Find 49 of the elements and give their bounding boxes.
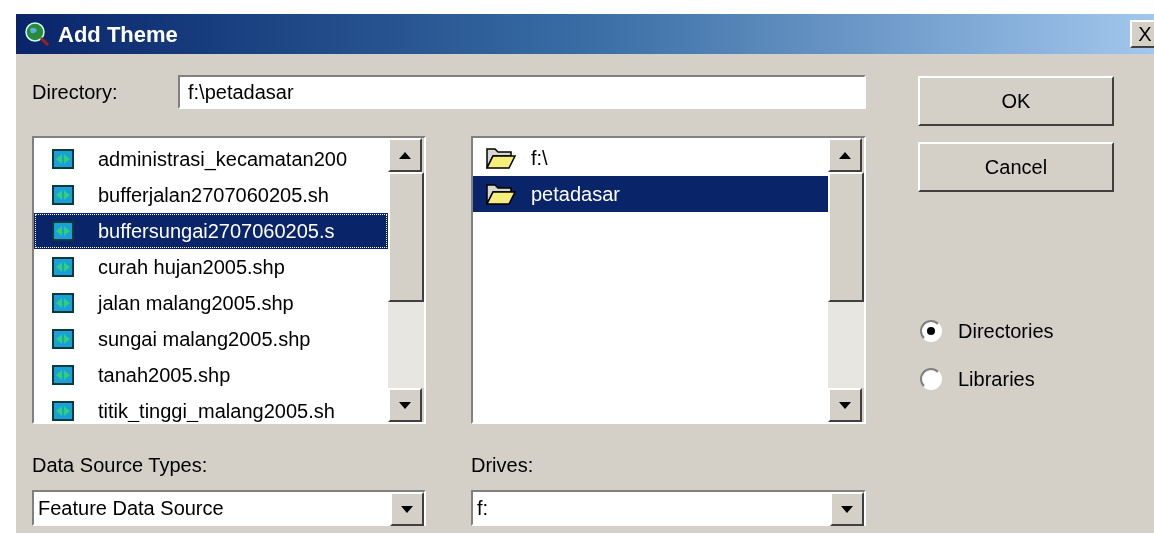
- scrollbar-thumb[interactable]: [828, 172, 864, 302]
- window-title: Add Theme: [58, 20, 179, 49]
- radio-label: Libraries: [958, 367, 1035, 392]
- scroll-up-button[interactable]: [828, 138, 862, 172]
- up-arrow-icon: [399, 151, 411, 159]
- folder-list-item[interactable]: f:\: [473, 140, 828, 176]
- file-list-item[interactable]: titik_tinggi_malang2005.sh: [34, 393, 388, 422]
- file-list-item[interactable]: sungai malang2005.shp: [34, 321, 388, 357]
- radio-button[interactable]: [920, 320, 942, 342]
- folder-list-item[interactable]: petadasar: [473, 176, 828, 212]
- layer-icon: [52, 185, 74, 205]
- directory-field[interactable]: f:\petadasar: [178, 75, 866, 109]
- file-list-item[interactable]: curah hujan2005.shp: [34, 249, 388, 285]
- file-list-item[interactable]: buffersungai2707060205.s: [34, 213, 388, 249]
- file-list-item[interactable]: jalan malang2005.shp: [34, 285, 388, 321]
- down-arrow-icon: [841, 505, 853, 513]
- scroll-up-button[interactable]: [388, 138, 422, 172]
- layer-icon: [52, 401, 74, 421]
- field-label: Directory:: [32, 80, 119, 105]
- radio-button[interactable]: [920, 368, 942, 390]
- down-arrow-icon: [401, 505, 413, 513]
- layer-icon: [52, 257, 74, 277]
- layer-icon: [52, 329, 74, 349]
- dialog-button[interactable]: OK: [918, 76, 1114, 126]
- scroll-down-button[interactable]: [828, 388, 862, 422]
- file-list-item[interactable]: bufferjalan2707060205.sh: [34, 177, 388, 213]
- dropdown-arrow-button[interactable]: [390, 492, 424, 526]
- up-arrow-icon: [839, 151, 851, 159]
- dialog-button[interactable]: Cancel: [918, 142, 1114, 192]
- folder-icon: [485, 182, 517, 206]
- close-button[interactable]: X: [1130, 20, 1154, 48]
- layer-icon: [52, 221, 74, 241]
- layer-icon: [52, 293, 74, 313]
- field-label: Data Source Types:: [32, 453, 209, 478]
- layer-icon: [52, 365, 74, 385]
- file-list-item[interactable]: administrasi_kecamatan200: [34, 141, 388, 177]
- dropdown-arrow-button[interactable]: [830, 492, 864, 526]
- dropdown[interactable]: Feature Data Source: [32, 490, 426, 526]
- globe-magnifier-icon: [24, 21, 50, 47]
- scrollbar-thumb[interactable]: [388, 172, 424, 302]
- down-arrow-icon: [399, 401, 411, 409]
- file-list-item[interactable]: tanah2005.shp: [34, 357, 388, 393]
- dropdown[interactable]: f:: [471, 490, 866, 526]
- down-arrow-icon: [839, 401, 851, 409]
- scroll-down-button[interactable]: [388, 388, 422, 422]
- radio-label: Directories: [958, 319, 1054, 344]
- field-label: Drives:: [471, 453, 535, 478]
- layer-icon: [52, 149, 74, 169]
- folder-icon: [485, 146, 517, 170]
